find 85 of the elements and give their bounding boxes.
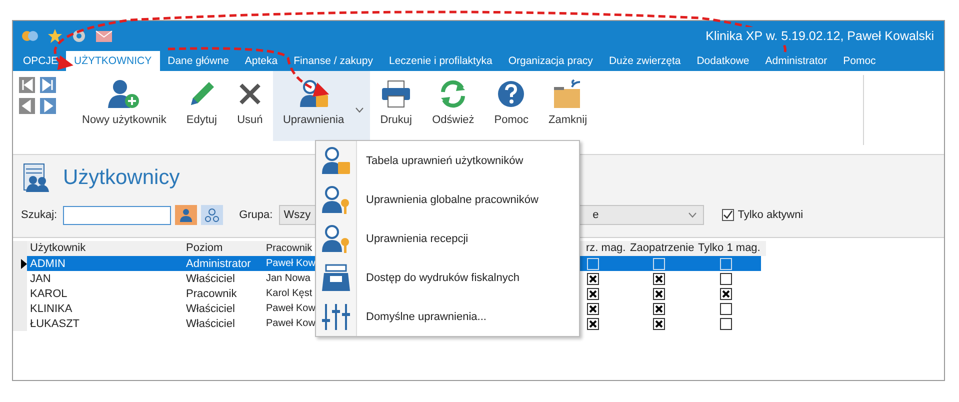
ribbon-button[interactable]: Edytuj xyxy=(176,71,227,141)
active-only-label: Tylko aktywni xyxy=(738,209,804,221)
table-cell-text: Właściciel xyxy=(185,318,236,330)
user-key-icon xyxy=(320,184,352,214)
ribbon-button[interactable]: Odśwież xyxy=(422,71,484,141)
ribbon-tab[interactable]: UŻYTKOWNICY xyxy=(66,51,160,71)
user-permission-icon xyxy=(298,79,330,109)
menu-item[interactable]: Domyślne uprawnienia... xyxy=(316,297,579,336)
table-checkbox[interactable] xyxy=(720,272,732,284)
users-book-icon xyxy=(21,163,51,193)
user-key-icon xyxy=(320,224,352,254)
add-user-icon xyxy=(108,79,140,109)
cash-register-icon xyxy=(320,264,352,292)
table-checkbox[interactable] xyxy=(587,318,600,330)
ribbon-tab[interactable]: Leczenie i profilaktyka xyxy=(381,51,500,71)
menu-item[interactable]: Tabela uprawnień użytkowników xyxy=(316,141,579,180)
column-header[interactable]: Tylko 1 mag. xyxy=(695,241,766,256)
table-cell-text: ADMIN xyxy=(29,258,66,270)
column-header[interactable]: Pracownik xyxy=(263,241,311,256)
table-cell-text: Karol Kęst xyxy=(265,288,311,299)
ribbon-tab[interactable]: Duże zwierzęta xyxy=(600,51,689,71)
menu-item[interactable]: Dostęp do wydruków fiskalnych xyxy=(316,258,579,297)
mail-icon[interactable] xyxy=(95,29,113,43)
navigation-button[interactable] xyxy=(19,98,35,114)
table-cell-text: Administrator xyxy=(185,258,252,270)
table-checkbox[interactable] xyxy=(720,302,732,314)
ribbon-tab[interactable]: Organizacja pracy xyxy=(500,51,601,71)
table-checkbox[interactable] xyxy=(587,272,600,284)
table-cell-text: JAN xyxy=(29,272,52,284)
table-checkbox[interactable] xyxy=(587,288,600,300)
table-cell-text: Jan Nowa xyxy=(265,273,311,284)
printer-icon xyxy=(380,79,412,109)
table-checkbox[interactable] xyxy=(587,302,600,314)
table-checkbox[interactable] xyxy=(720,288,732,300)
table-cell-text: Właściciel xyxy=(185,272,236,284)
ribbon-tab[interactable]: Administrator xyxy=(757,51,836,71)
sliders-icon xyxy=(320,302,352,332)
ribbon-button[interactable]: Usuń xyxy=(226,71,273,141)
user-permission-icon xyxy=(320,146,352,176)
search-field[interactable] xyxy=(63,206,172,224)
chevron-down-icon xyxy=(688,212,697,218)
ribbon-tab[interactable]: Pomoc xyxy=(835,51,884,71)
column-header[interactable]: Użytkownik xyxy=(27,241,183,256)
table-cell-text: Właściciel xyxy=(185,302,236,314)
table-checkbox[interactable] xyxy=(652,318,665,330)
table-checkbox[interactable] xyxy=(720,318,732,330)
ribbon-button[interactable]: Drukuj xyxy=(370,71,422,141)
user-icon xyxy=(179,208,194,222)
column-header[interactable]: Zaopatrzenie xyxy=(627,241,695,256)
table-checkbox[interactable] xyxy=(652,288,665,300)
help-icon xyxy=(496,79,526,109)
ribbon-button[interactable]: Nowy użytkownik xyxy=(72,71,176,141)
menu-item[interactable]: Uprawnienia globalne pracowników xyxy=(316,180,579,219)
table-checkbox[interactable] xyxy=(652,272,665,284)
navigation-button[interactable] xyxy=(40,98,56,114)
employee-filter-button[interactable] xyxy=(201,205,224,225)
caret-icon xyxy=(355,107,364,113)
active-only-checkbox[interactable] xyxy=(722,209,734,221)
window-title: Klinika XP w. 5.19.02.12, Paweł Kowalski xyxy=(706,27,934,45)
ribbon-tab[interactable]: Finanse / zakupy xyxy=(286,51,381,71)
table-cell-text: KLINIKA xyxy=(29,302,74,314)
section-title: Użytkownicy xyxy=(63,166,180,190)
row-selector xyxy=(13,241,27,256)
arrow-icon xyxy=(40,77,56,93)
table-cell-text: KAROL xyxy=(29,288,68,300)
gear-icon[interactable] xyxy=(71,28,87,44)
ribbon-button[interactable]: Zamknij xyxy=(538,71,598,141)
ribbon-button[interactable]: Pomoc xyxy=(484,71,539,141)
ribbon-button[interactable]: Uprawnienia xyxy=(272,71,370,141)
ribbon-tab[interactable]: Dane główne xyxy=(160,51,237,71)
user-filter-button[interactable] xyxy=(175,205,198,225)
table-cell-text: Pracownik xyxy=(185,288,238,300)
column-header[interactable]: Poziom xyxy=(183,241,263,256)
table-cell-text: ŁUKASZT xyxy=(29,318,81,330)
ribbon-tab[interactable]: Dodatkowe xyxy=(688,51,758,71)
navigation-button[interactable] xyxy=(40,77,56,93)
navigation-button[interactable] xyxy=(19,77,35,93)
users-icon xyxy=(204,208,220,222)
search-label: Szukaj: xyxy=(21,209,58,221)
group-label: Grupa: xyxy=(239,209,273,221)
ribbon-tab[interactable]: OPCJE xyxy=(15,51,66,71)
star-icon[interactable] xyxy=(47,28,63,44)
table-checkbox[interactable] xyxy=(652,302,665,314)
row-pointer-icon xyxy=(21,258,27,268)
ribbon-tab[interactable]: Apteka xyxy=(236,51,286,71)
